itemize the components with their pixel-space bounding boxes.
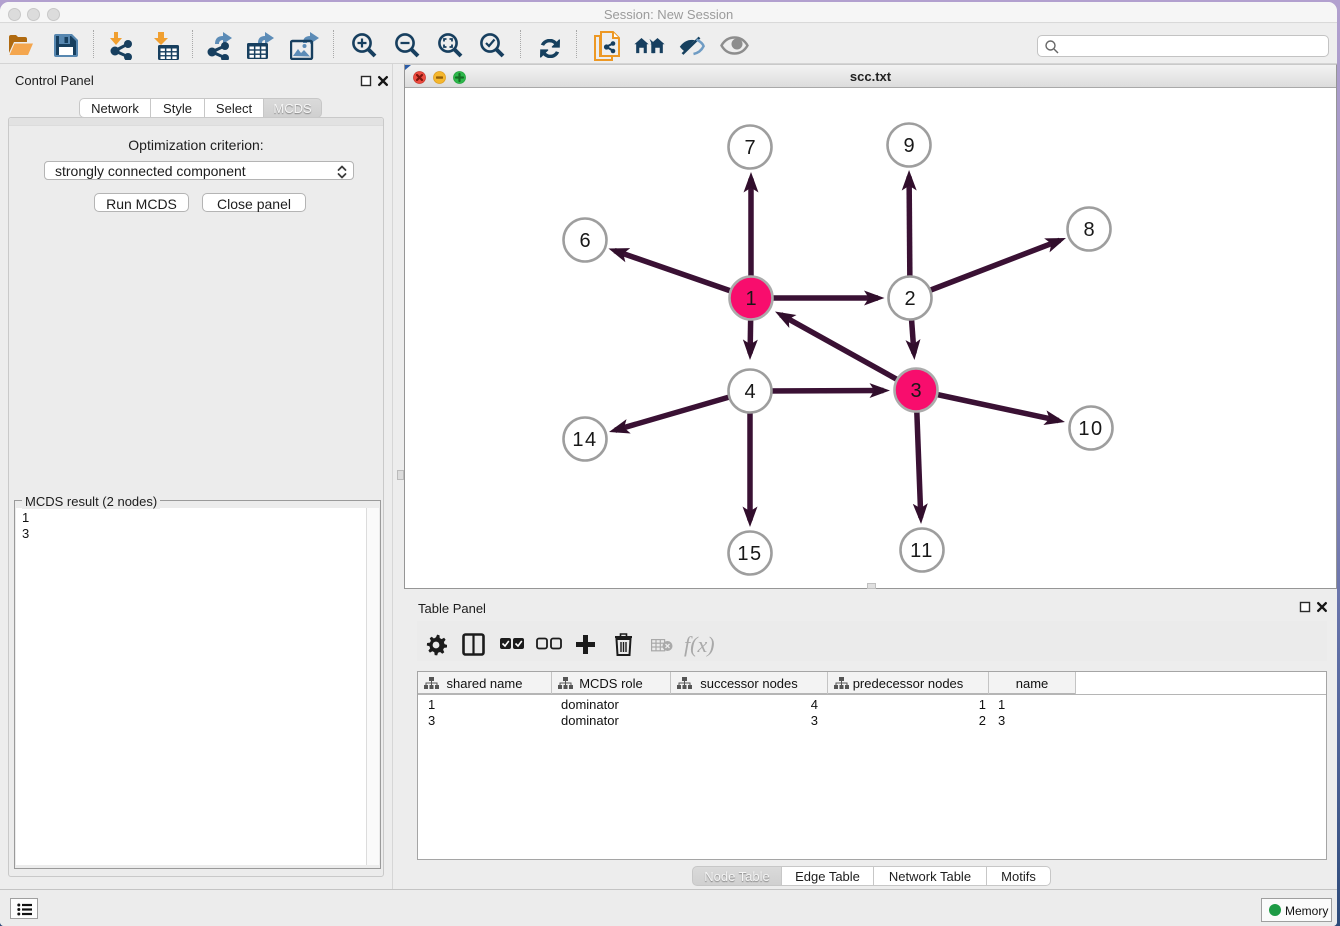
- svg-text:14: 14: [572, 429, 597, 451]
- svg-text:11: 11: [910, 540, 934, 562]
- svg-text:2: 2: [904, 288, 915, 310]
- svg-text:1: 1: [745, 288, 756, 310]
- svg-text:7: 7: [744, 137, 755, 159]
- svg-text:9: 9: [903, 135, 914, 157]
- svg-text:15: 15: [737, 543, 762, 565]
- svg-text:4: 4: [744, 381, 755, 403]
- svg-text:8: 8: [1083, 219, 1094, 241]
- svg-text:6: 6: [579, 230, 590, 252]
- svg-text:3: 3: [910, 380, 921, 402]
- svg-text:10: 10: [1078, 418, 1103, 440]
